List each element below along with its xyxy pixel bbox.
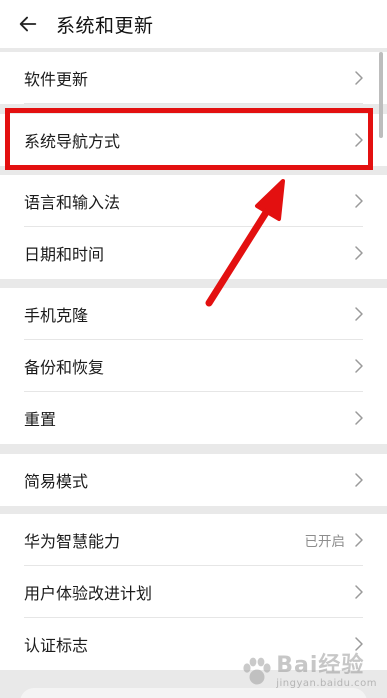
chevron-right-icon [355, 359, 363, 373]
setting-label: 简易模式 [24, 472, 89, 491]
annotation-highlight-box [5, 108, 373, 170]
setting-huawei-smart[interactable]: 华为智慧能力 已开启 [0, 514, 387, 566]
setting-ux-improvement[interactable]: 用户体验改进计划 [0, 566, 387, 618]
watermark-title: Bai经验 [276, 653, 365, 678]
chevron-right-icon [355, 246, 363, 260]
watermark-url: jingyan.baidu.com [276, 678, 377, 689]
status-value: 已开启 [304, 534, 346, 550]
setting-label: 备份和恢复 [24, 358, 105, 377]
setting-label: 软件更新 [24, 70, 89, 89]
back-button[interactable] [0, 0, 56, 48]
top-bar: 系统和更新 [0, 0, 387, 48]
setting-backup-restore[interactable]: 备份和恢复 [0, 340, 387, 392]
chevron-right-icon [355, 473, 363, 487]
chevron-right-icon [355, 71, 363, 85]
chevron-right-icon [355, 585, 363, 599]
scrollbar[interactable] [379, 52, 383, 138]
chevron-right-icon [355, 533, 363, 547]
setting-language-input[interactable]: 语言和输入法 [0, 175, 387, 227]
setting-label: 手机克隆 [24, 306, 89, 325]
divider [24, 103, 363, 104]
setting-reset[interactable]: 重置 [0, 392, 387, 444]
setting-simple-mode[interactable]: 简易模式 [0, 454, 387, 506]
chevron-right-icon [355, 194, 363, 208]
baidu-watermark: Bai经验 jingyan.baidu.com [240, 648, 377, 696]
setting-label: 语言和输入法 [24, 193, 121, 212]
paw-logo-icon [243, 657, 271, 685]
setting-label: 华为智慧能力 [24, 532, 121, 551]
setting-software-update[interactable]: 软件更新 [0, 52, 387, 104]
setting-date-time[interactable]: 日期和时间 [0, 227, 387, 279]
settings-screen: 系统和更新 软件更新 系统导航方式 语言和输入法 日期和时间 手机克隆 备份和恢… [0, 0, 387, 698]
chevron-right-icon [355, 411, 363, 425]
setting-phone-clone[interactable]: 手机克隆 [0, 288, 387, 340]
setting-label: 用户体验改进计划 [24, 584, 153, 603]
setting-label: 日期和时间 [24, 245, 105, 264]
arrow-left-icon [19, 16, 37, 32]
chevron-right-icon [355, 307, 363, 321]
page-title: 系统和更新 [56, 14, 154, 37]
setting-label: 重置 [24, 410, 57, 429]
